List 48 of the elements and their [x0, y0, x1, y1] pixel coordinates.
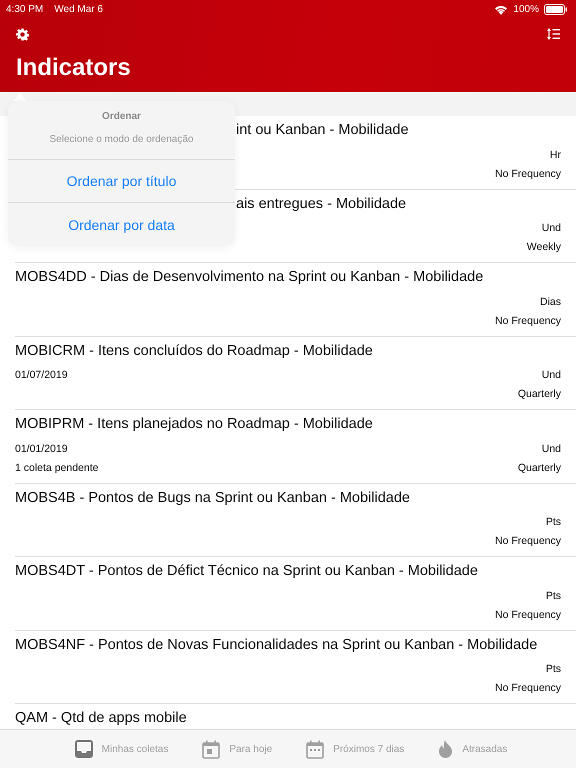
indicator-title: MOBICRM - Itens concluídos do Roadmap - Mobilidade [15, 342, 374, 360]
calendar-icon [306, 740, 324, 758]
status-date: Wed Mar 6 [54, 4, 103, 14]
indicator-row[interactable]: QAM - Qtd de apps mobile [15, 704, 576, 729]
indicator-frequency: Weekly [526, 241, 561, 253]
wifi-icon [494, 4, 508, 14]
indicator-frequency: Quarterly [518, 462, 561, 474]
sort-icon[interactable] [547, 28, 560, 40]
indicator-unit: Und [542, 442, 561, 454]
battery-percent: 100% [513, 4, 539, 14]
indicator-row[interactable]: MOBIPRM - Itens planejados no Roadmap - Mobilidade 01/01/2019 Und 1 coleta pendente Quarterly [15, 410, 576, 484]
indicator-title: MOBS4DT - Pontos de Défict Técnico na Sprint ou Kanban - Mobilidade [15, 562, 479, 580]
settings-icon[interactable] [16, 28, 29, 41]
indicator-date: 01/01/2019 [15, 442, 68, 454]
indicator-unit: Dias [540, 296, 561, 308]
indicator-row[interactable]: MOBS4NF - Pontos de Novas Funcionalidades na Sprint ou Kanban - Mobilidade Pts No Frequency [15, 630, 576, 704]
indicator-unit: Und [542, 369, 561, 381]
indicator-frequency: No Frequency [495, 608, 561, 620]
indicator-unit: Pts [546, 663, 561, 675]
inbox-icon [74, 740, 93, 758]
indicator-unit: Und [542, 222, 561, 234]
indicator-title: MOBIPRM - Itens planejados no Roadmap - Mobilidade [15, 415, 374, 433]
indicator-date: 01/07/2019 [15, 369, 68, 381]
indicator-frequency: No Frequency [495, 168, 561, 180]
flame-icon [438, 740, 454, 758]
indicator-row[interactable]: MOBICRM - Itens concluídos do Roadmap - Mobilidade 01/07/2019 Und Quarterly [15, 336, 576, 410]
indicator-row[interactable]: MOBS4DT - Pontos de Défict Técnico na Sprint ou Kanban - Mobilidade Pts No Frequency [15, 557, 576, 630]
indicator-title: QAM - Qtd de apps mobile [15, 709, 188, 727]
indicator-frequency: No Frequency [495, 535, 561, 547]
indicator-title: MOBS4DD - Dias de Desenvolvimento na Sprint ou Kanban - Mobilidade [15, 268, 484, 286]
indicator-title: MOBS4NF - Pontos de Novas Funcionalidades na Sprint ou Kanban - Mobilidade [15, 636, 538, 654]
indicator-unit: Hr [550, 148, 561, 160]
indicator-title: ais entregues - Mobilidade [236, 194, 408, 212]
indicator-row[interactable]: MOBS4B - Pontos de Bugs na Sprint ou Kanban - Mobilidade Pts No Frequency [15, 484, 576, 557]
status-time: 4:30 PM [6, 4, 44, 14]
indicator-frequency: No Frequency [495, 314, 561, 326]
pending-count: 1 coleta pendente [15, 462, 98, 474]
indicator-row[interactable]: MOBS4DD - Dias de Desenvolvimento na Sprint ou Kanban - Mobilidade Dias No Frequency [15, 263, 576, 336]
indicator-unit: Pts [546, 516, 561, 528]
battery-icon [544, 4, 568, 14]
page-title: Indicators [16, 54, 132, 82]
indicator-frequency: No Frequency [495, 682, 561, 694]
indicator-unit: Pts [546, 590, 561, 602]
popover-message: Selecione o modo de ordenação [48, 134, 194, 145]
indicator-frequency: Quarterly [518, 388, 561, 400]
calendar-icon [202, 740, 220, 758]
indicator-title: MOBS4B - Pontos de Bugs na Sprint ou Kanban - Mobilidade [15, 488, 411, 506]
indicator-title: int ou Kanban - Mobilidade [236, 121, 410, 139]
